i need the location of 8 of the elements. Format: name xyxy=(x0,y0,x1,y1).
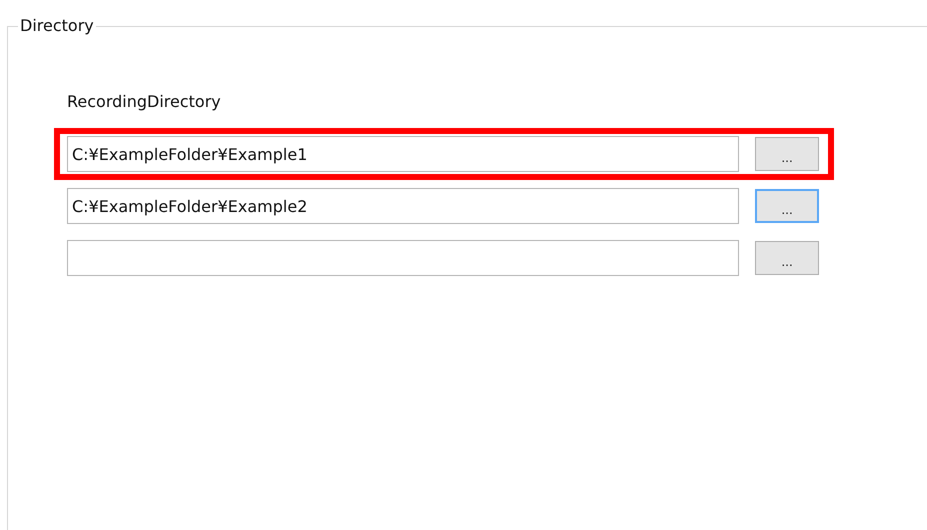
browse-button[interactable]: ... xyxy=(755,137,819,171)
browse-button[interactable]: ... xyxy=(755,241,819,275)
path-field[interactable]: C:¥ExampleFolder¥Example1 xyxy=(67,136,740,172)
browse-button[interactable]: ... xyxy=(755,189,819,223)
group-title: Directory xyxy=(19,17,95,35)
path-field[interactable]: C:¥ExampleFolder¥Example2 xyxy=(67,188,740,224)
path-field[interactable] xyxy=(67,240,740,276)
field-label: RecordingDirectory xyxy=(67,92,222,112)
